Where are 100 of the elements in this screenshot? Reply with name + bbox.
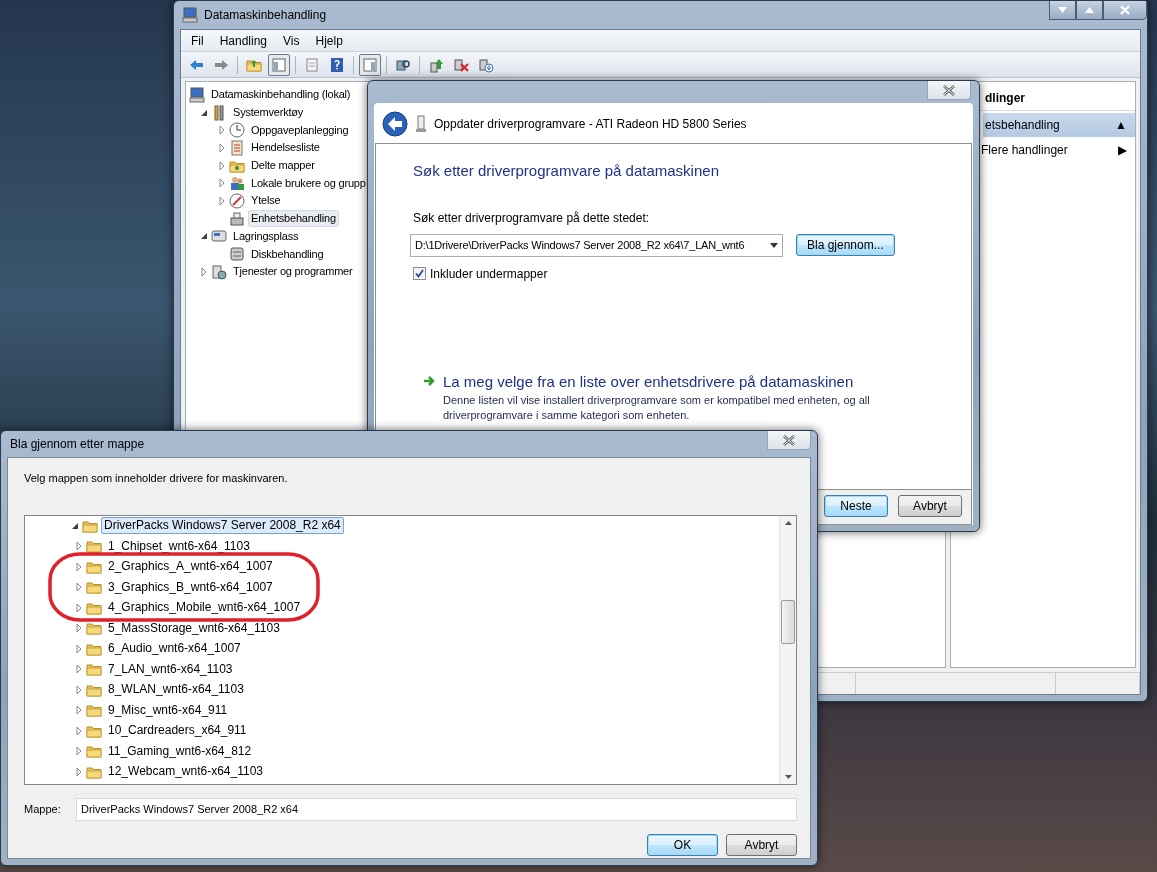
expand-arrow-icon[interactable] — [217, 195, 227, 206]
checkbox[interactable] — [413, 267, 426, 280]
tree-item[interactable]: Hendelsesliste — [248, 139, 323, 157]
tree-item[interactable]: Lokale brukere og grupp — [248, 174, 369, 192]
menu-item[interactable]: Hjelp — [307, 31, 351, 50]
tree-item[interactable]: Enhetsbehandling — [248, 210, 339, 228]
menu-item[interactable]: Fil — [183, 31, 212, 50]
section-title: etsbehandling — [985, 117, 1060, 134]
expand-arrow-icon[interactable] — [217, 178, 227, 189]
tree-item[interactable]: Systemverktøy — [230, 104, 307, 122]
path-combobox[interactable]: D:\1Drivere\DriverPacks Windows7 Server 2008_R2 x64\7_LAN_wnt6 — [410, 233, 783, 257]
action-pane-icon — [362, 56, 378, 73]
folder-item[interactable]: DriverPacks Windows7 Server 2008_R2 x64 — [101, 517, 344, 535]
folder-item[interactable]: 2_Graphics_A_wnt6-x64_1007 — [105, 558, 276, 576]
folder-item[interactable]: 3_Graphics_B_wnt6-x64_1007 — [105, 578, 276, 596]
close-icon — [1120, 5, 1130, 15]
folder-item[interactable]: 12_Webcam_wnt6-x64_1103 — [105, 763, 266, 781]
tree-item[interactable]: Oppgaveplanlegging — [248, 121, 352, 139]
browse-list-link[interactable]: La meg velge fra en liste over enhetsdrivere på datamaskinen — [443, 370, 913, 393]
device-icon — [416, 115, 426, 133]
tree-pane-icon — [271, 56, 287, 73]
arrow-icon — [423, 374, 437, 387]
folder-icon — [86, 743, 102, 760]
folder-icon — [86, 702, 102, 719]
disable-icon — [478, 56, 494, 73]
tree-item[interactable]: Delte mapper — [248, 157, 318, 175]
folder-item[interactable]: 10_Cardreaders_x64_911 — [105, 722, 250, 740]
actions-header: dlinger — [985, 90, 1025, 107]
caret-up-icon — [1085, 7, 1094, 13]
actions-section-header[interactable]: etsbehandling ▲ — [983, 113, 1135, 137]
folder-input[interactable]: DriverPacks Windows7 Server 2008_R2 x64 — [76, 797, 797, 821]
tree-item[interactable]: Lagringsplass — [230, 227, 302, 245]
expand-arrow-icon[interactable] — [74, 725, 84, 736]
folder-item[interactable]: 4_Graphics_Mobile_wnt6-x64_1007 — [105, 599, 304, 617]
tree-item[interactable]: Ytelse — [248, 192, 284, 210]
checkbox-label: Inkluder undermapper — [430, 265, 548, 283]
tree-item[interactable]: Tjenester og programmer — [230, 263, 356, 281]
dialog-title: Bla gjennom etter mappe — [10, 436, 145, 453]
close-button[interactable] — [927, 81, 971, 100]
collapse-arrow-icon[interactable] — [199, 231, 209, 242]
uninstall-icon — [453, 56, 469, 73]
computer-icon — [189, 86, 205, 103]
expand-arrow-icon[interactable] — [74, 664, 84, 675]
folder-item[interactable]: 7_LAN_wnt6-x64_1103 — [105, 660, 236, 678]
tools-icon — [211, 104, 227, 121]
expand-arrow-icon[interactable] — [74, 746, 84, 757]
scrollbar[interactable] — [779, 515, 796, 784]
tree-item[interactable]: Diskbehandling — [248, 245, 327, 263]
browse-button[interactable]: Bla gjennom... — [796, 234, 895, 256]
menu-item[interactable]: Handling — [211, 31, 276, 50]
services-icon — [211, 263, 227, 280]
expand-arrow-icon[interactable] — [74, 582, 84, 593]
close-button[interactable] — [767, 431, 811, 450]
dropdown-arrow-icon[interactable] — [770, 242, 778, 248]
scroll-down-arrow-icon[interactable] — [784, 774, 792, 779]
maximize-button[interactable] — [1076, 1, 1103, 20]
expand-arrow-icon[interactable] — [74, 623, 84, 634]
minimize-button[interactable] — [1049, 1, 1076, 20]
toolbar-button[interactable] — [268, 53, 290, 76]
folder-item[interactable]: 6_Audio_wnt6-x64_1007 — [105, 640, 244, 658]
expand-arrow-icon[interactable] — [74, 684, 84, 695]
dialog-button[interactable]: Neste — [824, 495, 888, 517]
close-icon — [943, 84, 955, 96]
expand-arrow-icon[interactable] — [217, 142, 227, 153]
close-icon — [783, 434, 795, 446]
expand-arrow-icon[interactable] — [74, 766, 84, 777]
expand-arrow-icon[interactable] — [74, 643, 84, 654]
clock-icon — [229, 122, 245, 139]
folder-item[interactable]: 1_Chipset_wnt6-x64_1103 — [105, 537, 253, 555]
submenu-glyph: ▶ — [1118, 142, 1127, 159]
dialog-button[interactable]: Avbryt — [726, 833, 797, 856]
expand-arrow-icon[interactable] — [74, 541, 84, 552]
tree-item[interactable]: Datamaskinbehandling (lokal) — [208, 86, 354, 104]
dialog-button[interactable]: OK — [647, 833, 718, 856]
back-button[interactable] — [382, 111, 408, 137]
users-icon — [229, 175, 245, 192]
expand-arrow-icon[interactable] — [74, 602, 84, 613]
expand-arrow-icon[interactable] — [199, 266, 209, 277]
collapse-glyph[interactable]: ▲ — [1115, 116, 1127, 134]
action-link[interactable]: Flere handlinger — [981, 141, 1068, 159]
folder-item[interactable]: 11_Gaming_wnt6-x64_812 — [105, 742, 255, 760]
folder-item[interactable]: 9_Misc_wnt6-x64_911 — [105, 701, 231, 719]
toolbar-button[interactable] — [359, 53, 381, 76]
scrollbar-thumb[interactable] — [781, 599, 795, 644]
expand-arrow-icon[interactable] — [217, 160, 227, 171]
expand-arrow-icon[interactable] — [74, 561, 84, 572]
dialog-button[interactable]: Avbryt — [898, 495, 962, 517]
folder-item[interactable]: 5_MassStorage_wnt6-x64_1103 — [105, 619, 283, 637]
wizard-title: Oppdater driverprogramvare - ATI Radeon HD 5800 Series — [434, 116, 747, 133]
expand-arrow-icon[interactable] — [217, 125, 227, 136]
menu-item[interactable]: Vis — [275, 31, 308, 50]
wizard-heading: Søk etter driverprogramvare på datamaskinen — [413, 161, 719, 181]
instruction-text: Velg mappen som inneholder drivere for maskinvaren. — [24, 471, 289, 486]
folder-item[interactable]: 8_WLAN_wnt6-x64_1103 — [105, 681, 247, 699]
scroll-up-arrow-icon[interactable] — [784, 520, 792, 525]
folder-icon — [86, 620, 102, 637]
close-button[interactable] — [1103, 1, 1147, 20]
help-icon — [329, 56, 345, 73]
expand-arrow-icon[interactable] — [74, 705, 84, 716]
field-label: Mappe: — [24, 801, 62, 817]
